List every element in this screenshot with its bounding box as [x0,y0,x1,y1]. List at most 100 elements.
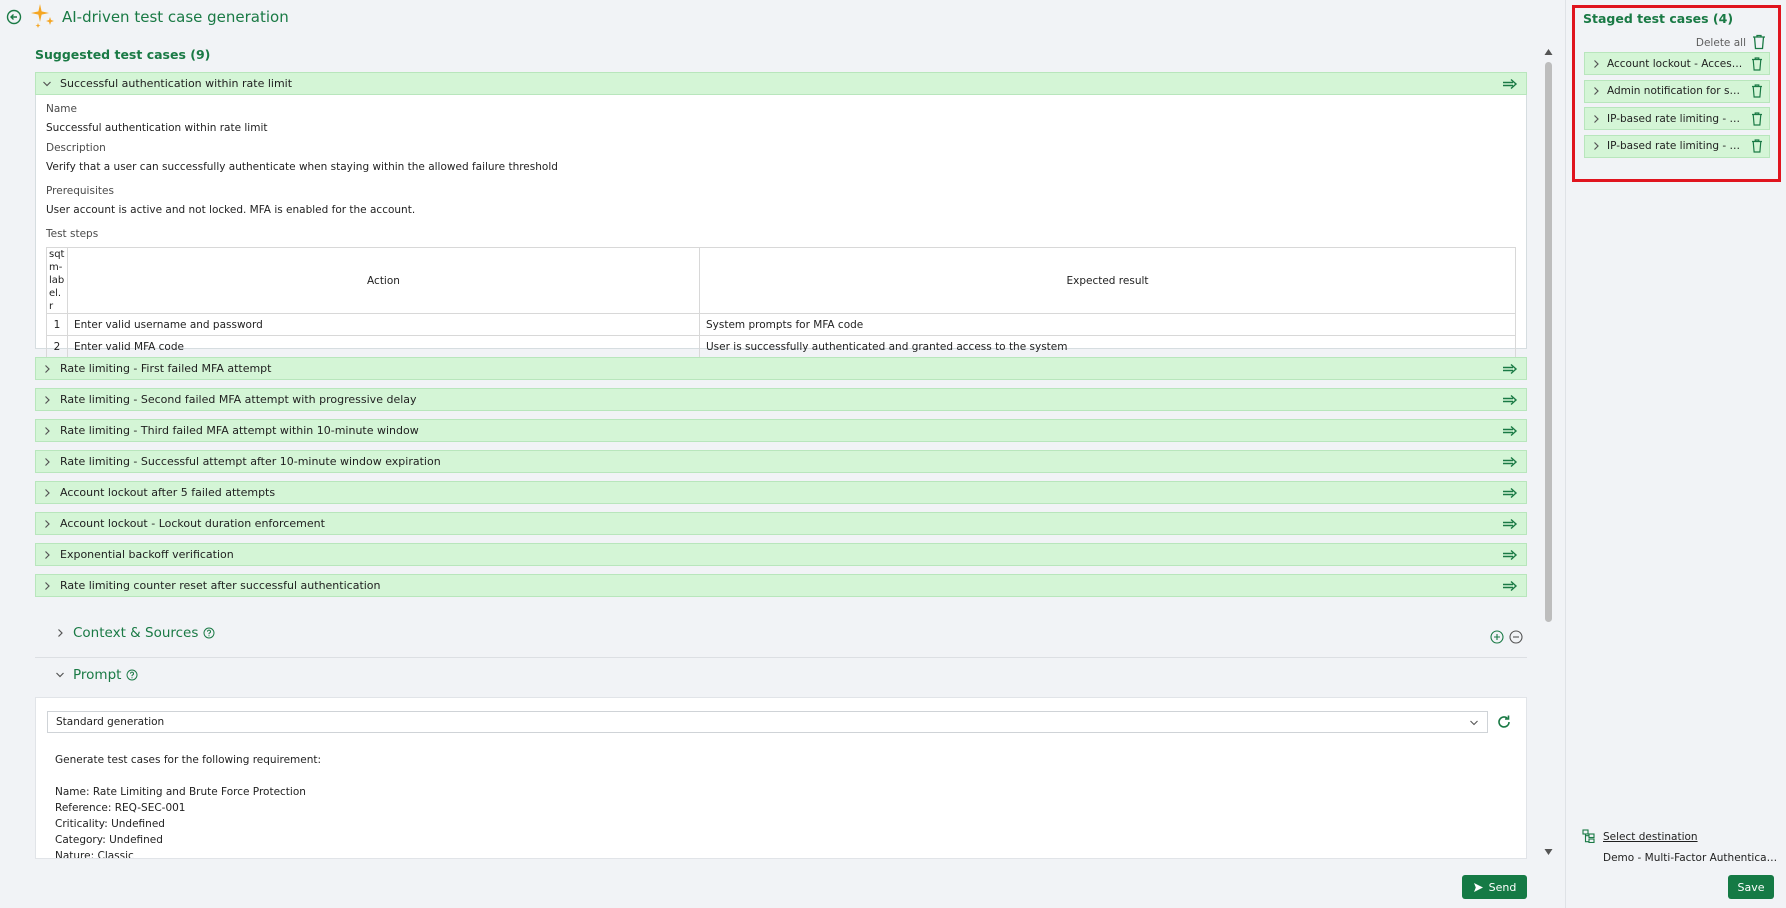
scroll-down-icon[interactable] [1544,848,1553,856]
test-case-item: Account lockout after 5 failed attempts [35,481,1527,504]
test-case-header[interactable]: Exponential backoff verification [35,543,1527,566]
chevron-right-icon [1594,87,1599,95]
step-expected: System prompts for MFA code [699,313,1516,336]
test-case-header[interactable]: Account lockout after 5 failed attempts [35,481,1527,504]
destination-value: Demo - Multi-Factor Authenticatio... [1603,852,1778,864]
chevron-right-icon [58,629,63,637]
help-icon[interactable] [203,627,215,639]
test-case-item: Rate limiting - Third failed MFA attempt… [35,419,1527,442]
step-expected: User is successfully authenticated and g… [699,335,1516,358]
prompt-template-value: Standard generation [56,716,165,728]
prompt-section[interactable]: Prompt [55,667,138,683]
chevron-right-icon [45,550,50,559]
staged-item[interactable]: Admin notification for susp... [1584,79,1770,103]
scroll-up-icon[interactable] [1544,48,1553,56]
chevron-right-icon [1594,59,1599,68]
test-case-title: Rate limiting - Second failed MFA attemp… [60,393,417,406]
prompt-textarea[interactable]: Generate test cases for the following re… [55,752,321,858]
test-case-header[interactable]: Account lockout - Lockout duration enfor… [35,512,1527,535]
chevron-right-icon [1594,142,1599,150]
step-number: 1 [46,313,68,336]
delete-all-link[interactable]: Delete all [1696,37,1746,49]
save-button[interactable]: Save [1728,875,1774,899]
stage-arrow-icon[interactable] [1502,518,1518,530]
prerequisites-label: Prerequisites [46,185,114,197]
trash-icon[interactable] [1752,34,1766,50]
test-case-title: Successful authentication within rate li… [60,77,293,90]
staged-item-label: Admin notification for susp... [1607,85,1745,97]
stage-arrow-icon[interactable] [1502,394,1518,406]
test-case-title: Rate limiting - Third failed MFA attempt… [60,424,419,437]
chevron-down-icon [56,672,64,678]
test-case-header[interactable]: Rate limiting - Second failed MFA attemp… [35,388,1527,411]
test-case-expanded: Successful authentication within rate li… [35,72,1527,358]
chevron-right-icon [1594,114,1599,123]
stage-arrow-icon[interactable] [1502,363,1518,375]
chevron-right-icon [45,457,50,466]
test-case-title: Account lockout - Lockout duration enfor… [60,517,325,530]
table-row: 1 Enter valid username and password Syst… [46,313,1516,336]
staged-item[interactable]: IP-based rate limiting - Diff... [1584,134,1770,158]
expand-all-icon[interactable] [1490,630,1504,644]
test-case-header[interactable]: Rate limiting - Successful attempt after… [35,450,1527,473]
stage-arrow-icon[interactable] [1502,549,1518,561]
prompt-panel: Standard generation Generate test cases … [35,697,1527,859]
description-value: Verify that a user can successfully auth… [46,161,558,173]
scrollbar-thumb[interactable] [1545,62,1552,622]
test-case-title: Account lockout after 5 failed attempts [60,486,276,499]
test-case-details: Name Successful authentication within ra… [35,95,1527,358]
step-number-header: sqtm-label.r [46,247,68,314]
sparkle-icon [30,3,56,29]
chevron-right-icon [45,581,50,590]
step-number: 2 [46,335,68,358]
select-destination-link[interactable]: Select destination [1603,831,1698,843]
stage-arrow-icon[interactable] [1502,456,1518,468]
test-case-item: Rate limiting - Second failed MFA attemp… [35,388,1527,411]
help-icon[interactable] [126,669,138,681]
send-label: Send [1488,880,1517,894]
trash-icon[interactable] [1751,84,1763,98]
prompt-title: Prompt [73,667,122,683]
staged-item-label: IP-based rate limiting - Mul... [1607,112,1745,125]
test-case-item: Rate limiting - First failed MFA attempt [35,357,1527,380]
test-case-header[interactable]: Rate limiting - First failed MFA attempt [35,357,1527,380]
stage-arrow-icon[interactable] [1502,78,1518,90]
step-action: Enter valid MFA code [67,335,700,358]
chevron-right-icon [45,395,50,404]
staged-title: Staged test cases (4) [1583,11,1734,26]
back-icon[interactable] [6,9,22,25]
chevron-right-icon [45,519,50,528]
collapse-all-icon[interactable] [1509,630,1523,644]
chevron-down-icon [1470,720,1478,726]
test-case-title: Rate limiting - Successful attempt after… [60,455,441,468]
context-sources-title: Context & Sources [73,625,199,641]
test-case-header[interactable]: Rate limiting counter reset after succes… [35,574,1527,597]
test-case-item: Exponential backoff verification [35,543,1527,566]
test-steps-label: Test steps [46,228,99,240]
test-case-item: Rate limiting counter reset after succes… [35,574,1527,597]
scrollbar[interactable] [1542,46,1554,856]
stage-arrow-icon[interactable] [1502,580,1518,592]
test-case-header[interactable]: Rate limiting - Third failed MFA attempt… [35,419,1527,442]
send-button[interactable]: Send [1462,875,1527,899]
stage-arrow-icon[interactable] [1502,425,1518,437]
chevron-right-icon [45,364,50,373]
step-action: Enter valid username and password [67,313,700,336]
test-case-header[interactable]: Successful authentication within rate li… [35,72,1527,95]
trash-icon[interactable] [1751,139,1763,153]
staged-item-label: Account lockout - Access re... [1607,57,1745,70]
name-value: Successful authentication within rate li… [46,122,268,134]
staged-panel: Staged test cases (4) Delete all Account… [1565,0,1786,908]
trash-icon[interactable] [1751,56,1763,71]
tree-icon [1582,829,1595,843]
staged-item[interactable]: Account lockout - Access re... [1584,52,1770,75]
refresh-icon[interactable] [1496,714,1512,730]
expected-result-header: Expected result [699,247,1516,314]
test-case-item: Rate limiting - Successful attempt after… [35,450,1527,473]
prompt-template-select[interactable]: Standard generation [47,711,1488,733]
trash-icon[interactable] [1751,111,1763,126]
test-case-title: Rate limiting - First failed MFA attempt [60,362,272,375]
stage-arrow-icon[interactable] [1502,487,1518,499]
staged-item[interactable]: IP-based rate limiting - Mul... [1584,107,1770,130]
context-sources-section[interactable]: Context & Sources [55,625,215,641]
